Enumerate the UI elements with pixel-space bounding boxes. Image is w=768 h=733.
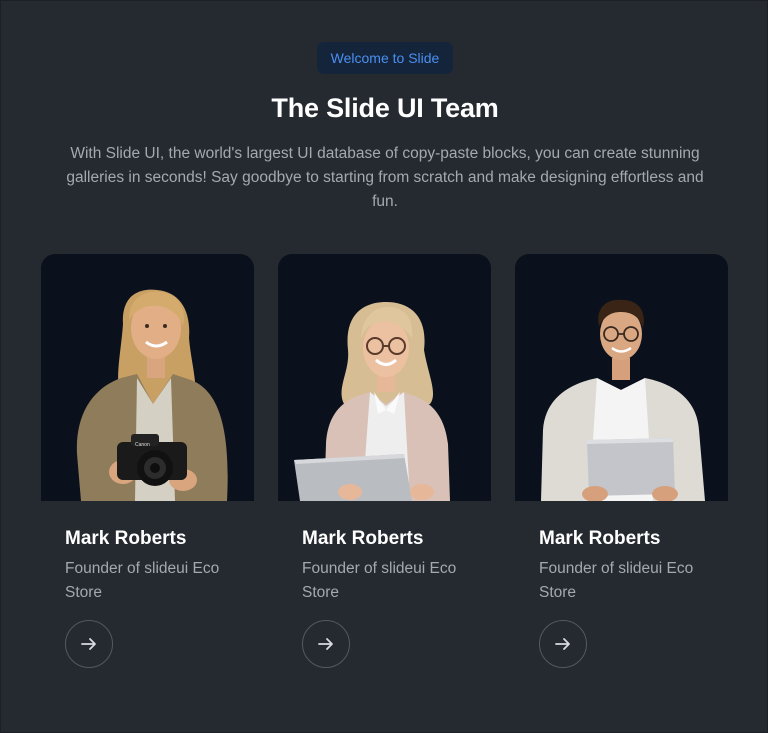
member-name: Mark Roberts xyxy=(539,528,661,549)
team-member-photo xyxy=(278,254,491,501)
profile-arrow-button[interactable] xyxy=(539,620,587,668)
page-title: The Slide UI Team xyxy=(271,93,499,123)
member-role: Founder of slideui Eco Store xyxy=(539,560,694,601)
team-card: Mark Roberts Founder of slideui Eco Stor… xyxy=(515,254,728,668)
profile-arrow-button[interactable] xyxy=(302,620,350,668)
profile-arrow-button[interactable] xyxy=(65,620,113,668)
svg-text:Canon: Canon xyxy=(135,442,150,448)
arrow-right-icon xyxy=(318,638,333,650)
arrow-right-icon xyxy=(81,638,96,650)
team-member-photo: Canon xyxy=(41,254,254,501)
member-name: Mark Roberts xyxy=(65,528,187,549)
member-role: Founder of slideui Eco Store xyxy=(65,560,220,601)
arrow-right-icon xyxy=(555,638,570,650)
team-card: Mark Roberts Founder of slideui Eco Stor… xyxy=(278,254,491,668)
team-member-photo xyxy=(515,254,728,501)
welcome-badge: Welcome to Slide xyxy=(317,42,453,74)
member-role: Founder of slideui Eco Store xyxy=(302,560,457,601)
section-description: With Slide UI, the world's largest UI da… xyxy=(66,145,704,210)
team-section: Welcome to Slide The Slide UI Team With … xyxy=(0,0,768,733)
member-name: Mark Roberts xyxy=(302,528,424,549)
team-card: Canon Mark Roberts Founder of slideui Ec… xyxy=(41,254,254,668)
